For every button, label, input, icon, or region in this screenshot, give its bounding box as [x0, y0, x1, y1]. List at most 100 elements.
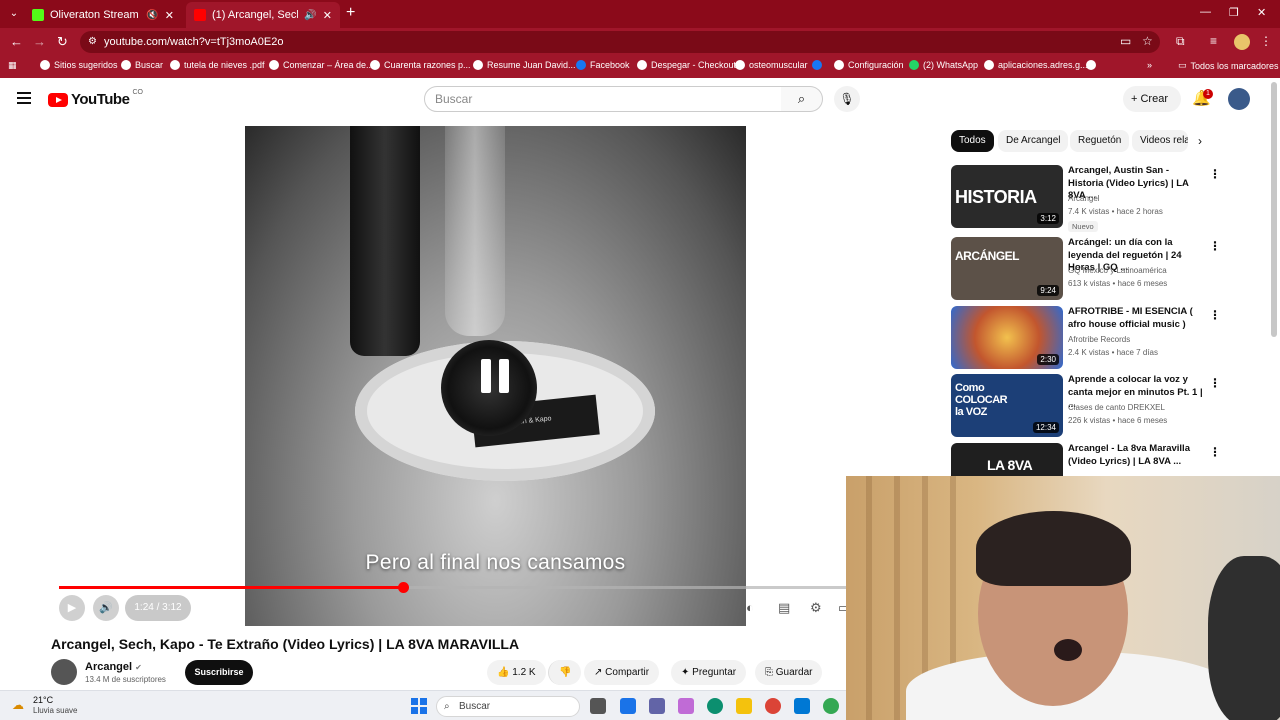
menu-dots-icon[interactable]: ⋮: [1260, 34, 1272, 48]
recommendation-item[interactable]: ARCÁNGEL 9:24 Arcángel: un día con la le…: [951, 237, 1251, 301]
close-tab-icon[interactable]: ✕: [165, 9, 174, 22]
more-actions-icon[interactable]: ⋮: [1209, 239, 1221, 253]
bookmark-item[interactable]: Sitios sugeridos: [40, 60, 118, 70]
video-thumbnail[interactable]: ARCÁNGEL 9:24: [951, 237, 1063, 300]
forward-icon[interactable]: →: [33, 34, 46, 49]
channel-avatar[interactable]: [51, 659, 77, 685]
play-button[interactable]: ▶: [59, 595, 85, 621]
bookmark-item[interactable]: tutela de nieves .pdf: [170, 60, 265, 70]
apps-grid-icon[interactable]: ▦: [8, 60, 17, 71]
chip-videos-relacionados[interactable]: Videos rela: [1132, 130, 1188, 152]
cast-icon[interactable]: ▭: [1120, 34, 1131, 48]
recommendation-item[interactable]: HISTORIA 3:12 Arcangel, Austin San - His…: [951, 165, 1251, 232]
more-actions-icon[interactable]: ⋮: [1209, 445, 1221, 459]
chip-todos[interactable]: Todos: [951, 130, 994, 152]
create-button[interactable]: + Crear: [1123, 86, 1181, 112]
search-input[interactable]: Buscar: [424, 86, 782, 112]
settings-gear-icon[interactable]: ⚙: [810, 600, 822, 616]
minimize-icon[interactable]: —: [1200, 6, 1211, 18]
bookmark-item[interactable]: [1086, 60, 1096, 70]
new-tab-button[interactable]: +: [346, 4, 355, 22]
video-thumbnail[interactable]: Como COLOCAR la VOZ 12:34: [951, 374, 1063, 437]
chrome-profile-icon[interactable]: [823, 698, 839, 714]
bookmark-item[interactable]: aplicaciones.adres.g...: [984, 60, 1088, 70]
extensions-icon[interactable]: ⧉: [1176, 34, 1185, 49]
more-actions-icon[interactable]: ⋮: [1209, 308, 1221, 322]
teams-icon[interactable]: [649, 698, 665, 714]
more-actions-icon[interactable]: ⋮: [1209, 167, 1221, 181]
video-player[interactable]: RAÑO ft. Sech & Kapo Pero al final nos c…: [245, 126, 746, 626]
taskbar-search-input[interactable]: ⌕ Buscar: [436, 696, 580, 717]
search-button[interactable]: ⌕: [781, 86, 823, 112]
recommendation-item[interactable]: Como COLOCAR la VOZ 12:34 Aprende a colo…: [951, 374, 1251, 438]
menu-hamburger-icon[interactable]: [17, 92, 31, 104]
video-thumbnail[interactable]: LA 8VA: [951, 443, 1063, 476]
reload-icon[interactable]: ↻: [57, 34, 68, 50]
bookmark-star-icon[interactable]: ☆: [1142, 34, 1153, 48]
bookmark-item[interactable]: (2) WhatsApp: [909, 60, 978, 70]
save-button[interactable]: ⎘ Guardar: [755, 660, 823, 685]
bookmark-item[interactable]: Resume Juan David...: [473, 60, 576, 70]
all-bookmarks-folder[interactable]: ▭ Todos los marcadores: [1178, 60, 1279, 71]
bookmark-item[interactable]: Facebook: [576, 60, 630, 70]
subscribe-button[interactable]: Suscribirse: [185, 660, 253, 685]
url-field[interactable]: ⚙ youtube.com/watch?v=tTj3moA0E2o: [80, 31, 1160, 53]
outlook-icon[interactable]: [794, 698, 810, 714]
restore-icon[interactable]: ❐: [1229, 6, 1239, 19]
file-explorer-icon[interactable]: [736, 698, 752, 714]
bookmark-item[interactable]: Comenzar – Área de...: [269, 60, 374, 70]
task-view-icon[interactable]: [590, 698, 606, 714]
muted-icon[interactable]: 🔇: [146, 10, 158, 21]
page-scrollbar[interactable]: [1271, 82, 1277, 337]
chrome-icon[interactable]: [765, 698, 781, 714]
copilot-icon[interactable]: [678, 698, 694, 714]
close-tab-icon[interactable]: ✕: [323, 9, 332, 22]
bookmark-item[interactable]: Buscar: [121, 60, 163, 70]
video-thumbnail[interactable]: HISTORIA 3:12: [951, 165, 1063, 228]
like-button[interactable]: 👍 1.2 K: [487, 660, 546, 685]
recommendation-title[interactable]: AFROTRIBE - MI ESENCIA ( afro house offi…: [1068, 306, 1206, 331]
chip-regueton[interactable]: Reguetón: [1070, 130, 1130, 152]
recommendation-channel[interactable]: Afrotribe Records: [1068, 335, 1130, 344]
bookmark-item[interactable]: Despegar - Checkout: [637, 60, 736, 70]
back-icon[interactable]: ←: [10, 34, 23, 49]
bookmark-item[interactable]: Configuración: [834, 60, 904, 70]
share-button[interactable]: ↗ Compartir: [584, 660, 660, 685]
chip-de-arcangel[interactable]: De Arcangel: [998, 130, 1069, 152]
tab-youtube[interactable]: (1) Arcangel, Sech, Kapo - T 🔊 ✕: [186, 2, 340, 28]
chevron-right-icon[interactable]: ›: [1198, 134, 1202, 148]
store-icon[interactable]: [620, 698, 636, 714]
autoplay-toggle[interactable]: ◐: [746, 600, 754, 615]
channel-name[interactable]: Arcangel ✔: [85, 661, 142, 673]
video-thumbnail[interactable]: 2:30: [951, 306, 1063, 369]
more-actions-icon[interactable]: ⋮: [1209, 376, 1221, 390]
bookmark-item[interactable]: osteomuscular: [735, 60, 808, 70]
voice-search-button[interactable]: 🎙: [834, 86, 860, 112]
recommendation-item[interactable]: 2:30 AFROTRIBE - MI ESENCIA ( afro house…: [951, 306, 1251, 370]
bookmark-item[interactable]: [812, 60, 822, 70]
start-windows-icon[interactable]: [411, 698, 427, 714]
ask-button[interactable]: ✦ Preguntar: [671, 660, 747, 685]
profile-avatar[interactable]: [1234, 34, 1250, 50]
progress-bar[interactable]: [59, 582, 846, 593]
weather-description[interactable]: Lluvia suave: [33, 706, 77, 715]
weather-icon[interactable]: ☁: [12, 698, 24, 712]
recommendation-title[interactable]: Arcangel - La 8va Maravilla (Video Lyric…: [1068, 443, 1206, 468]
youtube-logo[interactable]: YouTube CO: [48, 89, 143, 108]
site-info-icon[interactable]: ⚙: [88, 31, 97, 53]
close-window-icon[interactable]: ✕: [1257, 6, 1266, 19]
captions-icon[interactable]: ▤: [778, 600, 790, 616]
tab-search-icon[interactable]: ⌄: [6, 6, 22, 22]
audio-icon[interactable]: 🔊: [304, 10, 316, 21]
more-bookmarks-icon[interactable]: »: [1147, 60, 1152, 70]
recommendation-channel[interactable]: Clases de canto DREKXEL: [1068, 403, 1165, 412]
edge-icon[interactable]: [707, 698, 723, 714]
account-avatar[interactable]: [1228, 88, 1250, 110]
dislike-button[interactable]: 👎: [548, 660, 582, 685]
recommendation-channel[interactable]: GQ México y Latinoamérica: [1068, 266, 1167, 275]
bookmark-item[interactable]: Cuarenta razones p...: [370, 60, 471, 70]
recommendation-channel[interactable]: Arcangel: [1068, 194, 1100, 203]
tab-oliveraton[interactable]: Oliveraton Stream - Watch 🔇 ✕: [24, 2, 182, 28]
reading-list-icon[interactable]: ≡: [1210, 34, 1217, 48]
weather-temperature[interactable]: 21°C: [33, 695, 53, 705]
